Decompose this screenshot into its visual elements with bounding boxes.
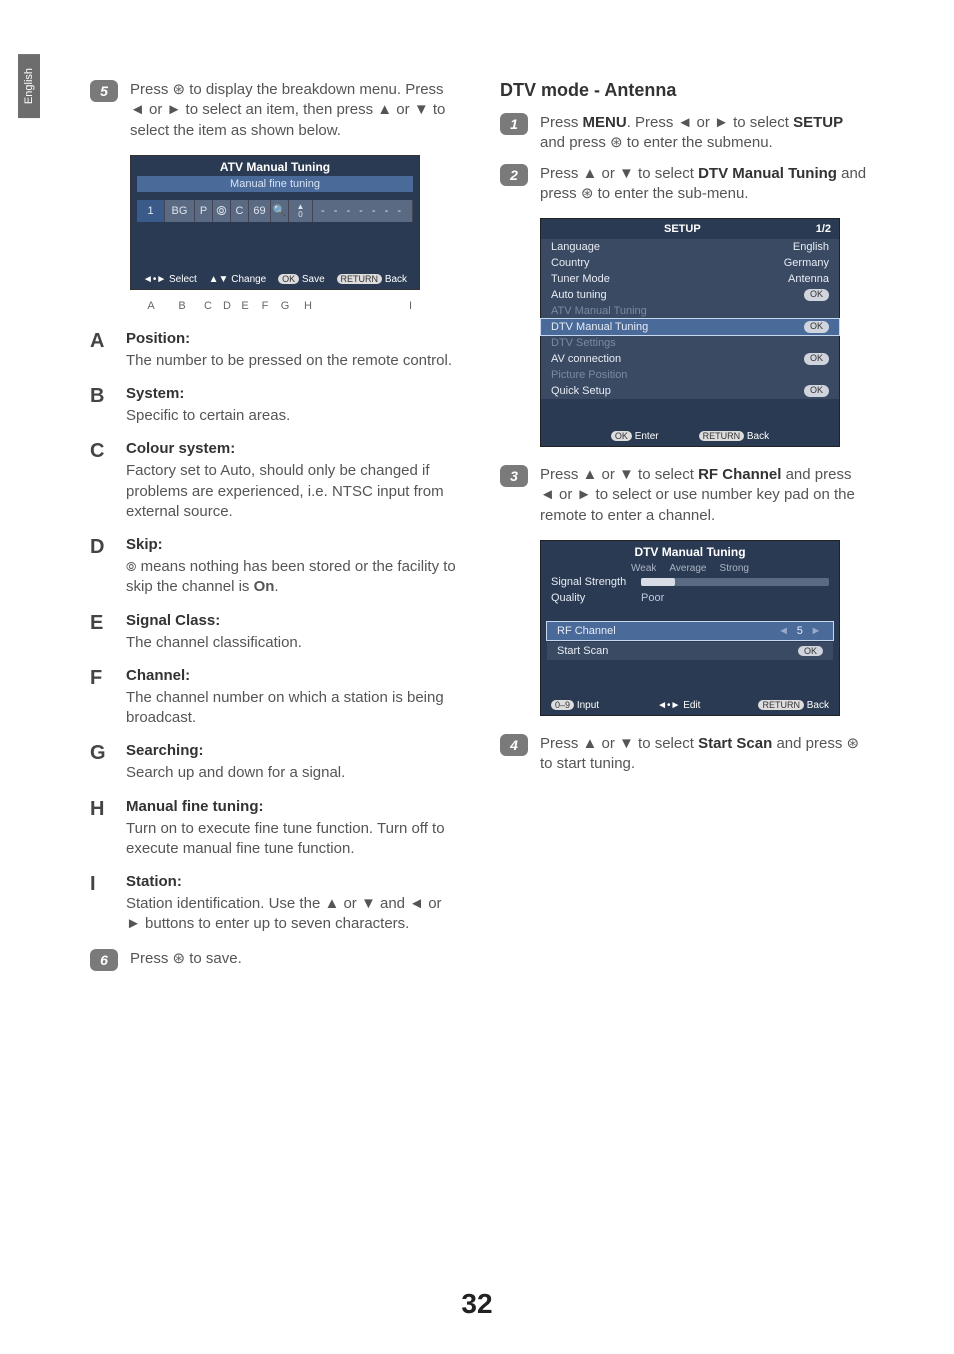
step-5-text: Press ⊛ to display the breakdown menu. P… bbox=[130, 80, 460, 141]
atv-foot-select: ◄•► Select bbox=[143, 274, 197, 285]
atv-foot-save: OK Save bbox=[278, 274, 325, 285]
step-6: 6 Press ⊛ to save. bbox=[90, 949, 460, 971]
atv-cell-search: 🔍 bbox=[271, 200, 289, 222]
setup-row-atv: ATV Manual Tuning bbox=[541, 303, 839, 319]
step-4-text: Press ▲ or ▼ to select Start Scan and pr… bbox=[540, 734, 870, 775]
item-D-desc: ⦾ means nothing has been stored or the f… bbox=[126, 557, 460, 598]
setup-header: SETUP1/2 bbox=[541, 219, 839, 239]
dtv-strength-labels: WeakAverageStrong bbox=[541, 563, 839, 574]
right-column: DTV mode - Antenna 1 Press MENU. Press ◄… bbox=[500, 80, 870, 981]
atv-footer: ◄•► Select ▲▼ Change OK Save RETURN Back bbox=[131, 270, 419, 289]
step-1: 1 Press MENU. Press ◄ or ► to select SET… bbox=[500, 113, 870, 154]
item-H: H Manual fine tuning: Turn on to execute… bbox=[90, 798, 460, 860]
item-E: E Signal Class: The channel classificati… bbox=[90, 612, 460, 653]
atv-title: ATV Manual Tuning bbox=[131, 156, 419, 176]
atv-foot-change: ▲▼ Change bbox=[209, 274, 267, 285]
step-4: 4 Press ▲ or ▼ to select Start Scan and … bbox=[500, 734, 870, 775]
step-5: 5 Press ⊛ to display the breakdown menu.… bbox=[90, 80, 460, 141]
atv-cell-colour: P bbox=[195, 200, 213, 222]
step-badge-2: 2 bbox=[500, 164, 528, 186]
atv-cell-fine: ▲0 bbox=[289, 200, 313, 222]
item-B-title: System: bbox=[126, 385, 460, 402]
item-B: B System: Specific to certain areas. bbox=[90, 385, 460, 426]
atv-column-letters: A B C D E F G H I bbox=[136, 300, 426, 312]
item-C: C Colour system: Factory set to Auto, sh… bbox=[90, 440, 460, 522]
step-badge-5: 5 bbox=[90, 80, 118, 102]
item-I-title: Station: bbox=[126, 873, 460, 890]
item-A-title: Position: bbox=[126, 330, 460, 347]
item-G-title: Searching: bbox=[126, 742, 460, 759]
atv-spacer bbox=[131, 230, 419, 270]
dtv-mode-heading: DTV mode - Antenna bbox=[500, 80, 870, 101]
setup-row-language: LanguageEnglish bbox=[541, 239, 839, 255]
step-badge-6: 6 bbox=[90, 949, 118, 971]
dtv-manual-panel: DTV Manual Tuning WeakAverageStrong Sign… bbox=[540, 540, 840, 716]
item-C-title: Colour system: bbox=[126, 440, 460, 457]
dtv-signal-strength: Signal Strength bbox=[541, 574, 839, 590]
setup-row-picture: Picture Position bbox=[541, 367, 839, 383]
dtv-quality: Quality Poor bbox=[541, 590, 839, 606]
step-3: 3 Press ▲ or ▼ to select RF Channel and … bbox=[500, 465, 870, 526]
dtv-title: DTV Manual Tuning bbox=[541, 541, 839, 563]
item-A: A Position: The number to be pressed on … bbox=[90, 330, 460, 371]
atv-manual-tuning-panel: ATV Manual Tuning Manual fine tuning 1 B… bbox=[130, 155, 420, 290]
page-number: 32 bbox=[0, 1288, 954, 1320]
item-H-title: Manual fine tuning: bbox=[126, 798, 460, 815]
setup-panel: SETUP1/2 LanguageEnglish CountryGermany … bbox=[540, 218, 840, 447]
setup-row-dtv: DTV Manual TuningOK bbox=[541, 319, 839, 335]
dtv-rf-channel: RF Channel ◄ 5 ► bbox=[547, 622, 833, 640]
step-6-text: Press ⊛ to save. bbox=[130, 949, 460, 971]
setup-row-auto: Auto tuningOK bbox=[541, 287, 839, 303]
atv-subtitle: Manual fine tuning bbox=[137, 176, 413, 192]
item-F: F Channel: The channel number on which a… bbox=[90, 667, 460, 729]
dtv-start-scan: Start Scan OK bbox=[547, 642, 833, 660]
item-C-desc: Factory set to Auto, should only be chan… bbox=[126, 461, 460, 522]
item-H-desc: Turn on to execute fine tune function. T… bbox=[126, 819, 460, 860]
setup-row-country: CountryGermany bbox=[541, 255, 839, 271]
item-E-title: Signal Class: bbox=[126, 612, 460, 629]
item-D-title: Skip: bbox=[126, 536, 460, 553]
step-badge-1: 1 bbox=[500, 113, 528, 135]
step-3-text: Press ▲ or ▼ to select RF Channel and pr… bbox=[540, 465, 870, 526]
step-badge-3: 3 bbox=[500, 465, 528, 487]
left-column: 5 Press ⊛ to display the breakdown menu.… bbox=[90, 80, 460, 981]
item-I-desc: Station identification. Use the ▲ or ▼ a… bbox=[126, 894, 460, 935]
atv-cell-position: 1 bbox=[137, 200, 165, 222]
setup-row-av: AV connectionOK bbox=[541, 351, 839, 367]
item-F-desc: The channel number on which a station is… bbox=[126, 688, 460, 729]
item-A-desc: The number to be pressed on the remote c… bbox=[126, 351, 460, 371]
item-F-title: Channel: bbox=[126, 667, 460, 684]
atv-cell-system: BG bbox=[165, 200, 195, 222]
item-G-desc: Search up and down for a signal. bbox=[126, 763, 460, 783]
page-content: 5 Press ⊛ to display the breakdown menu.… bbox=[90, 80, 890, 981]
step-2: 2 Press ▲ or ▼ to select DTV Manual Tuni… bbox=[500, 164, 870, 205]
setup-row-dtvset: DTV Settings bbox=[541, 335, 839, 351]
atv-cell-class: C bbox=[231, 200, 249, 222]
item-G: G Searching: Search up and down for a si… bbox=[90, 742, 460, 783]
language-tab: English bbox=[18, 54, 40, 118]
item-E-desc: The channel classification. bbox=[126, 633, 460, 653]
atv-cell-channel: 69 bbox=[249, 200, 271, 222]
step-1-text: Press MENU. Press ◄ or ► to select SETUP… bbox=[540, 113, 870, 154]
setup-row-quick: Quick SetupOK bbox=[541, 383, 839, 399]
item-D: D Skip: ⦾ means nothing has been stored … bbox=[90, 536, 460, 598]
atv-cell-station: - - - - - - - bbox=[313, 200, 413, 222]
setup-row-tuner: Tuner ModeAntenna bbox=[541, 271, 839, 287]
atv-foot-back: RETURN Back bbox=[337, 274, 408, 285]
step-badge-4: 4 bbox=[500, 734, 528, 756]
step-2-text: Press ▲ or ▼ to select DTV Manual Tuning… bbox=[540, 164, 870, 205]
atv-strip: 1 BG P ⦾ C 69 🔍 ▲0 - - - - - - - bbox=[137, 200, 413, 222]
item-B-desc: Specific to certain areas. bbox=[126, 406, 460, 426]
setup-footer: OK Enter RETURN Back bbox=[541, 427, 839, 446]
dtv-footer: 0–9 Input ◄•► Edit RETURN Back bbox=[541, 696, 839, 715]
item-I: I Station: Station identification. Use t… bbox=[90, 873, 460, 935]
atv-cell-skip: ⦾ bbox=[213, 200, 231, 222]
